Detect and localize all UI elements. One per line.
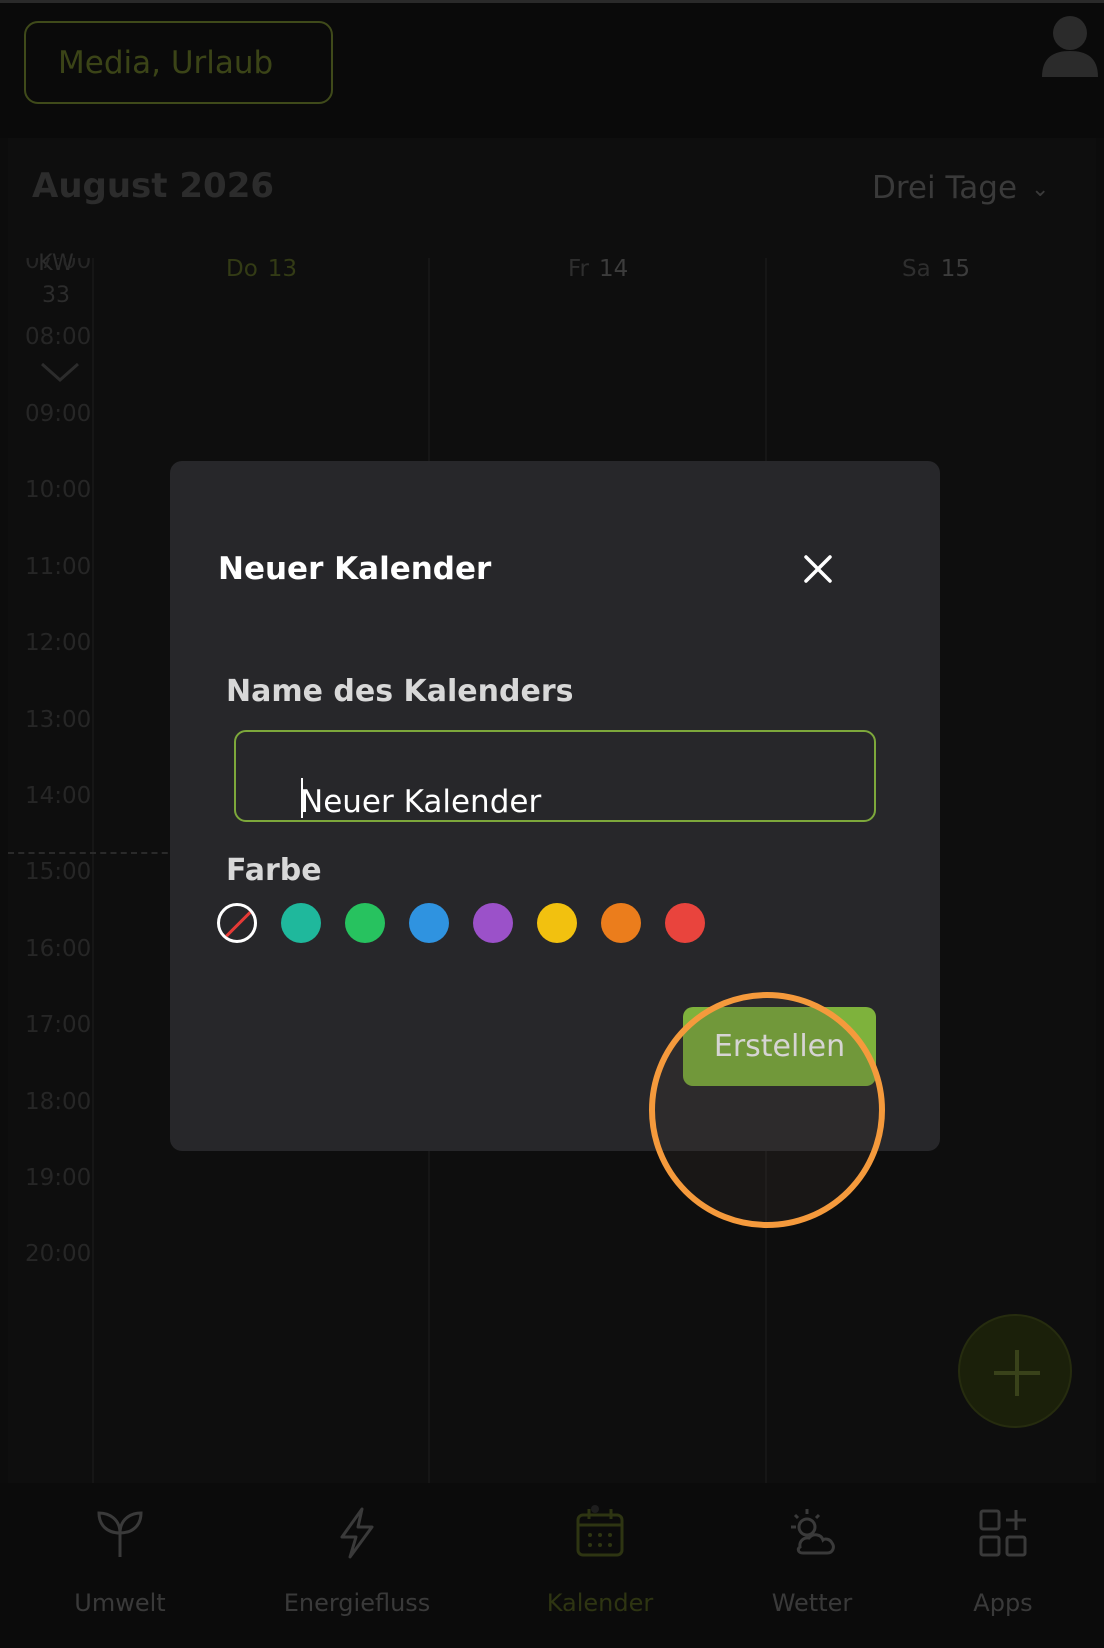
color-swatch-teal[interactable] [281,903,321,943]
nav-item-energiefluss[interactable]: Energiefluss [247,1483,467,1648]
dialog-title: Neuer Kalender [218,551,492,587]
sprout-icon [97,1511,143,1557]
nav-label: Wetter [771,1589,853,1617]
text-caret [301,778,303,818]
tap-highlight-ring [649,992,885,1228]
nav-label: Kalender [546,1589,654,1617]
nav-item-wetter[interactable]: Wetter [702,1483,922,1648]
nav-item-umwelt[interactable]: Umwelt [10,1483,230,1648]
view-selector-label: Drei Tage [872,170,1018,206]
nav-label: Energiefluss [283,1589,431,1617]
grid-line [92,258,94,1483]
current-time-line [8,852,178,854]
add-event-button[interactable] [958,1314,1072,1428]
color-swatch-blue[interactable] [409,903,449,943]
calendar-icon [576,1509,624,1557]
lightning-icon [340,1507,374,1559]
time-label: 13:00 [25,707,92,733]
time-label: 17:00 [25,1012,92,1038]
time-label: 19:00 [25,1165,92,1191]
time-label: 12:00 [25,630,92,656]
color-picker [217,903,777,945]
sun-cloud-icon [791,1509,835,1555]
time-label: 14:00 [25,783,92,809]
calendar-name-input[interactable]: Neuer Kalender [234,730,876,822]
bottom-nav: Umwelt Energiefluss Kalender Wetter Apps [0,1483,1104,1648]
color-swatch-green[interactable] [345,903,385,943]
top-bar: Media, Urlaub [0,0,1104,138]
time-label: 16:00 [25,936,92,962]
month-title: August 2026 [32,166,275,206]
user-avatar-icon[interactable] [1040,11,1100,81]
view-selector[interactable]: Drei Tage ⌄ [872,170,1049,206]
nav-item-apps[interactable]: Apps [893,1483,1104,1648]
close-icon[interactable] [802,553,834,585]
page-indicator-dot [591,1505,599,1513]
nav-label: Apps [973,1589,1033,1617]
color-swatch-yellow[interactable] [537,903,577,943]
time-label: 08:00 [25,324,92,350]
color-swatch-orange[interactable] [601,903,641,943]
time-label: 07:00 [25,258,92,274]
color-swatch-red[interactable] [665,903,705,943]
time-label: 20:00 [25,1241,92,1267]
time-label: 18:00 [25,1089,92,1115]
color-label: Farbe [226,853,322,888]
apps-grid-icon [979,1509,1027,1557]
nav-item-kalender[interactable]: Kalender [490,1483,710,1648]
calendar-selector-button[interactable]: Media, Urlaub [24,21,333,104]
time-label: 15:00 [25,859,92,885]
color-swatch-none[interactable] [217,903,257,943]
time-label: 10:00 [25,477,92,503]
calendar-selector-label: Media, Urlaub [58,45,274,81]
nav-label: Umwelt [74,1589,166,1617]
time-label: 11:00 [25,554,92,580]
chevron-down-icon: ⌄ [1031,177,1050,202]
color-swatch-purple[interactable] [473,903,513,943]
time-label: 09:00 [25,401,92,427]
calendar-name-label: Name des Kalenders [226,674,574,709]
